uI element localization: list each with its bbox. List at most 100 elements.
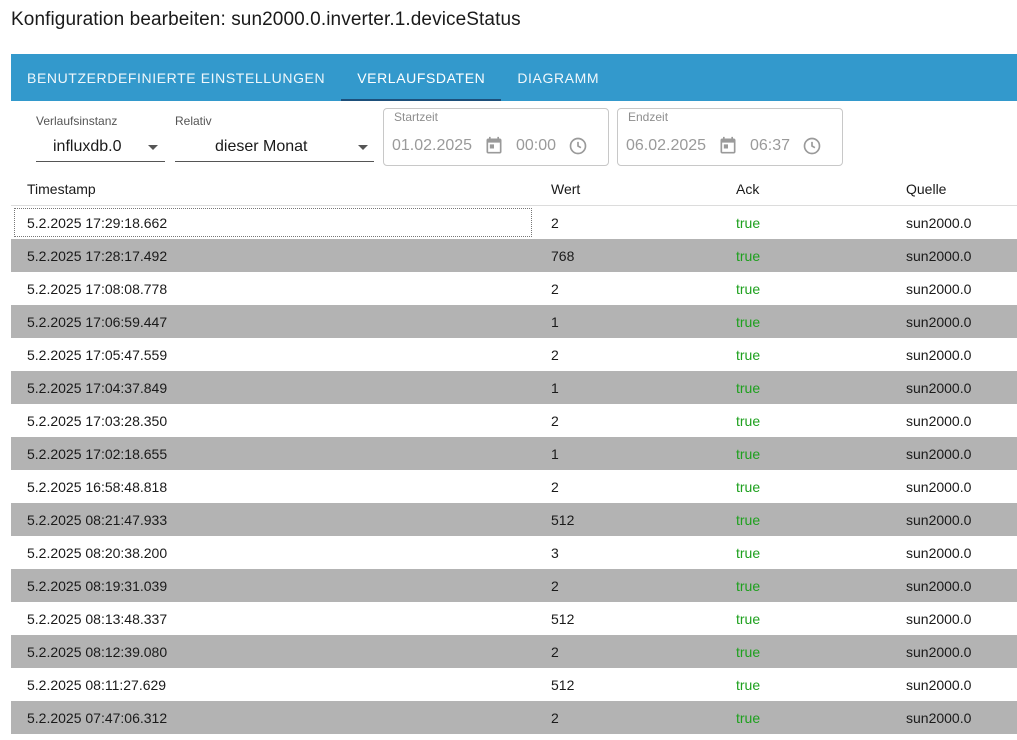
cell-timestamp: 5.2.2025 08:13:48.337 xyxy=(27,611,168,627)
cell-quelle: sun2000.0 xyxy=(906,512,972,528)
cell-ack: true xyxy=(736,380,761,396)
cell-timestamp: 5.2.2025 17:05:47.559 xyxy=(27,347,168,363)
dialog-title: Konfiguration bearbeiten: sun2000.0.inve… xyxy=(11,9,521,30)
end-date-value[interactable]: 06.02.2025 xyxy=(626,137,706,155)
clock-icon[interactable] xyxy=(568,136,588,156)
tab-bar: BENUTZERDEFINIERTE EINSTELLUNGEN VERLAUF… xyxy=(11,54,1017,101)
cell-quelle: sun2000.0 xyxy=(906,479,972,495)
end-time-value[interactable]: 06:37 xyxy=(750,137,790,155)
cell-ack: true xyxy=(736,644,761,660)
table-row[interactable]: 5.2.2025 08:11:27.629 512 true sun2000.0 xyxy=(11,668,1017,701)
cell-wert: 1 xyxy=(551,380,559,396)
relative-value: dieser Monat xyxy=(215,138,308,155)
table-row[interactable]: 5.2.2025 17:02:18.655 1 true sun2000.0 xyxy=(11,437,1017,470)
cell-wert: 2 xyxy=(551,644,559,660)
cell-quelle: sun2000.0 xyxy=(906,347,972,363)
table-body: 5.2.2025 17:29:18.662 2 true sun2000.0 5.2.2… xyxy=(11,206,1017,734)
cell-wert: 2 xyxy=(551,578,559,594)
end-time-label: Endzeit xyxy=(628,110,669,124)
table-row[interactable]: 5.2.2025 17:08:08.778 2 true sun2000.0 xyxy=(11,272,1017,305)
cell-quelle: sun2000.0 xyxy=(906,314,972,330)
tab-chart[interactable]: DIAGRAMM xyxy=(501,54,615,101)
column-header-ack[interactable]: Ack xyxy=(736,181,759,197)
start-time-field[interactable]: Startzeit 01.02.2025 00:00 xyxy=(383,108,609,166)
cell-timestamp: 5.2.2025 08:21:47.933 xyxy=(27,512,168,528)
table-row[interactable]: 5.2.2025 08:12:39.080 2 true sun2000.0 xyxy=(11,635,1017,668)
cell-timestamp: 5.2.2025 08:20:38.200 xyxy=(27,545,168,561)
cell-wert: 2 xyxy=(551,710,559,726)
cell-quelle: sun2000.0 xyxy=(906,446,972,462)
tab-history-data[interactable]: VERLAUFSDATEN xyxy=(341,54,502,101)
column-header-quelle[interactable]: Quelle xyxy=(906,181,946,197)
cell-quelle: sun2000.0 xyxy=(906,710,972,726)
table-row[interactable]: 5.2.2025 08:19:31.039 2 true sun2000.0 xyxy=(11,569,1017,602)
cell-timestamp: 5.2.2025 17:06:59.447 xyxy=(27,314,168,330)
relative-label: Relativ xyxy=(175,114,212,128)
cell-timestamp: 5.2.2025 17:08:08.778 xyxy=(27,281,168,297)
clock-icon[interactable] xyxy=(802,136,822,156)
cell-quelle: sun2000.0 xyxy=(906,215,972,231)
cell-timestamp: 5.2.2025 17:04:37.849 xyxy=(27,380,168,396)
cell-ack: true xyxy=(736,281,761,297)
tab-custom-settings[interactable]: BENUTZERDEFINIERTE EINSTELLUNGEN xyxy=(11,54,341,101)
column-header-timestamp[interactable]: Timestamp xyxy=(27,181,96,197)
table-row[interactable]: 5.2.2025 17:04:37.849 1 true sun2000.0 xyxy=(11,371,1017,404)
cell-wert: 768 xyxy=(551,248,575,264)
cell-ack: true xyxy=(736,248,761,264)
table-row[interactable]: 5.2.2025 17:05:47.559 2 true sun2000.0 xyxy=(11,338,1017,371)
cell-quelle: sun2000.0 xyxy=(906,611,972,627)
cell-quelle: sun2000.0 xyxy=(906,578,972,594)
cell-timestamp: 5.2.2025 16:58:48.818 xyxy=(27,479,168,495)
cell-wert: 1 xyxy=(551,314,559,330)
relative-select[interactable]: dieser Monat xyxy=(175,132,374,162)
cell-wert: 3 xyxy=(551,545,559,561)
start-time-label: Startzeit xyxy=(394,110,439,124)
calendar-icon[interactable] xyxy=(718,136,738,156)
table-row[interactable]: 5.2.2025 17:03:28.350 2 true sun2000.0 xyxy=(11,404,1017,437)
cell-wert: 2 xyxy=(551,281,559,297)
table-row[interactable]: 5.2.2025 08:20:38.200 3 true sun2000.0 xyxy=(11,536,1017,569)
cell-ack: true xyxy=(736,677,761,693)
cell-ack: true xyxy=(736,710,761,726)
cell-quelle: sun2000.0 xyxy=(906,413,972,429)
table-row[interactable]: 5.2.2025 16:58:48.818 2 true sun2000.0 xyxy=(11,470,1017,503)
table-row[interactable]: 5.2.2025 17:29:18.662 2 true sun2000.0 xyxy=(11,206,1017,239)
cell-wert: 1 xyxy=(551,446,559,462)
cell-timestamp: 5.2.2025 07:47:06.312 xyxy=(27,710,168,726)
cell-timestamp: 5.2.2025 17:02:18.655 xyxy=(27,446,168,462)
cell-wert: 2 xyxy=(551,347,559,363)
table-row[interactable]: 5.2.2025 08:21:47.933 512 true sun2000.0 xyxy=(11,503,1017,536)
table-row[interactable]: 5.2.2025 08:13:48.337 512 true sun2000.0 xyxy=(11,602,1017,635)
cell-quelle: sun2000.0 xyxy=(906,545,972,561)
table-header: Timestamp Wert Ack Quelle xyxy=(11,173,1017,206)
cell-quelle: sun2000.0 xyxy=(906,281,972,297)
cell-wert: 2 xyxy=(551,215,559,231)
table-row[interactable]: 5.2.2025 17:06:59.447 1 true sun2000.0 xyxy=(11,305,1017,338)
cell-ack: true xyxy=(736,446,761,462)
start-time-value[interactable]: 00:00 xyxy=(516,137,556,155)
cell-timestamp: 5.2.2025 17:29:18.662 xyxy=(27,215,168,231)
cell-timestamp: 5.2.2025 08:11:27.629 xyxy=(27,677,167,693)
chevron-down-icon xyxy=(148,145,158,150)
cell-wert: 2 xyxy=(551,479,559,495)
cell-quelle: sun2000.0 xyxy=(906,248,972,264)
table-row[interactable]: 5.2.2025 17:28:17.492 768 true sun2000.0 xyxy=(11,239,1017,272)
history-table: Timestamp Wert Ack Quelle 5.2.2025 17:29… xyxy=(11,173,1017,734)
instance-select[interactable]: influxdb.0 xyxy=(36,132,165,162)
calendar-icon[interactable] xyxy=(484,136,504,156)
cell-wert: 512 xyxy=(551,677,575,693)
instance-value: influxdb.0 xyxy=(53,138,122,155)
cell-ack: true xyxy=(736,611,761,627)
chevron-down-icon xyxy=(358,145,368,150)
cell-wert: 2 xyxy=(551,413,559,429)
cell-wert: 512 xyxy=(551,512,575,528)
start-date-value[interactable]: 01.02.2025 xyxy=(392,137,472,155)
cell-ack: true xyxy=(736,314,761,330)
end-time-field[interactable]: Endzeit 06.02.2025 06:37 xyxy=(617,108,843,166)
cell-ack: true xyxy=(736,215,761,231)
cell-timestamp: 5.2.2025 17:03:28.350 xyxy=(27,413,168,429)
cell-ack: true xyxy=(736,512,761,528)
cell-timestamp: 5.2.2025 08:19:31.039 xyxy=(27,578,168,594)
column-header-wert[interactable]: Wert xyxy=(551,181,580,197)
table-row[interactable]: 5.2.2025 07:47:06.312 2 true sun2000.0 xyxy=(11,701,1017,734)
